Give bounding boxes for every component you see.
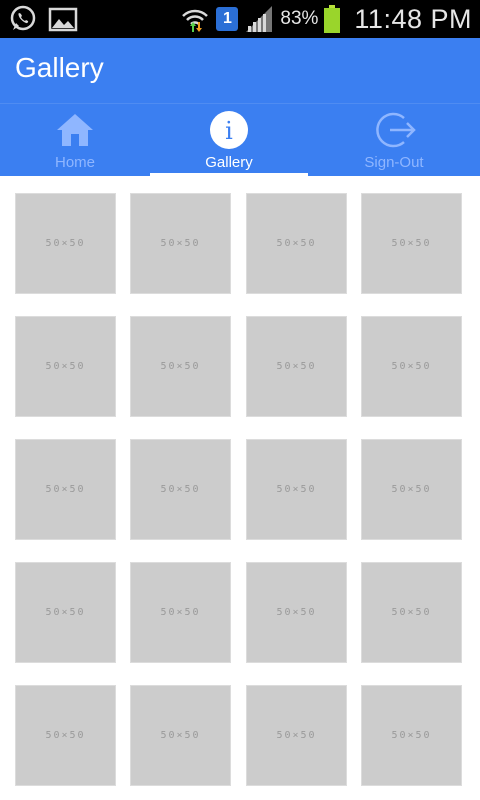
info-icon: i [209, 110, 249, 150]
gallery-thumbnail[interactable]: 50×50 [246, 562, 347, 663]
gallery-thumbnail[interactable]: 50×50 [15, 562, 116, 663]
gallery-thumbnail[interactable]: 50×50 [15, 685, 116, 786]
tab-home[interactable]: Home [0, 104, 150, 177]
gallery-thumbnail[interactable]: 50×50 [361, 562, 462, 663]
sign-out-icon [374, 110, 416, 150]
gallery-thumbnail[interactable]: 50×50 [361, 316, 462, 417]
thumbnail-placeholder-label: 50×50 [45, 484, 86, 495]
gallery-thumbnail[interactable]: 50×50 [130, 562, 231, 663]
home-icon [55, 110, 95, 150]
thumbnail-placeholder-label: 50×50 [160, 238, 201, 249]
action-bar: Gallery [0, 38, 480, 103]
thumbnail-placeholder-label: 50×50 [391, 361, 432, 372]
signal-icon [244, 4, 274, 34]
wifi-icon [180, 4, 210, 34]
thumbnail-placeholder-label: 50×50 [276, 730, 317, 741]
notification-badge-icon: 1 [216, 7, 239, 31]
thumbnail-placeholder-label: 50×50 [391, 238, 432, 249]
image-icon [48, 4, 78, 34]
thumbnail-placeholder-label: 50×50 [391, 607, 432, 618]
active-tab-indicator [150, 173, 308, 177]
thumbnail-placeholder-label: 50×50 [45, 361, 86, 372]
gallery-thumbnail[interactable]: 50×50 [130, 193, 231, 294]
thumbnail-placeholder-label: 50×50 [276, 361, 317, 372]
thumbnail-placeholder-label: 50×50 [160, 484, 201, 495]
thumbnail-placeholder-label: 50×50 [391, 730, 432, 741]
tab-home-label: Home [54, 154, 95, 171]
tab-sign-out[interactable]: Sign-Out [308, 104, 480, 177]
thumbnail-placeholder-label: 50×50 [391, 484, 432, 495]
thumbnail-placeholder-label: 50×50 [160, 730, 201, 741]
gallery-thumbnail[interactable]: 50×50 [246, 316, 347, 417]
whatsapp-icon [8, 4, 38, 34]
gallery-thumbnail[interactable]: 50×50 [246, 439, 347, 540]
battery-icon [324, 5, 341, 33]
svg-text:i: i [225, 117, 233, 145]
clock: 11:48 PM [354, 3, 472, 34]
tab-sign-out-label: Sign-Out [364, 154, 424, 171]
tab-bar: Home i Gallery Sign-Out [0, 103, 480, 176]
gallery-thumbnail[interactable]: 50×50 [130, 316, 231, 417]
gallery-thumbnail[interactable]: 50×50 [130, 439, 231, 540]
gallery-thumbnail[interactable]: 50×50 [361, 439, 462, 540]
gallery-thumbnail[interactable]: 50×50 [246, 685, 347, 786]
thumbnail-placeholder-label: 50×50 [276, 484, 317, 495]
tab-gallery-label: Gallery [205, 154, 253, 171]
thumbnail-placeholder-label: 50×50 [160, 607, 201, 618]
battery-percent: 83% [280, 8, 319, 29]
thumbnail-placeholder-label: 50×50 [45, 730, 86, 741]
gallery-grid: 50×50 50×50 50×50 50×50 50×50 50×50 50×50 50×50… [0, 178, 480, 800]
thumbnail-placeholder-label: 50×50 [45, 238, 86, 249]
gallery-thumbnail[interactable]: 50×50 [361, 193, 462, 294]
status-bar: 1 83% 11:48 PM [0, 0, 480, 38]
thumbnail-placeholder-label: 50×50 [160, 361, 201, 372]
thumbnail-placeholder-label: 50×50 [276, 607, 317, 618]
page-title: Gallery [15, 52, 104, 83]
tab-gallery[interactable]: i Gallery [150, 104, 308, 177]
gallery-thumbnail[interactable]: 50×50 [361, 685, 462, 786]
thumbnail-placeholder-label: 50×50 [276, 238, 317, 249]
gallery-thumbnail[interactable]: 50×50 [15, 193, 116, 294]
gallery-thumbnail[interactable]: 50×50 [246, 193, 347, 294]
gallery-thumbnail[interactable]: 50×50 [15, 439, 116, 540]
gallery-thumbnail[interactable]: 50×50 [130, 685, 231, 786]
gallery-thumbnail[interactable]: 50×50 [15, 316, 116, 417]
thumbnail-placeholder-label: 50×50 [45, 607, 86, 618]
